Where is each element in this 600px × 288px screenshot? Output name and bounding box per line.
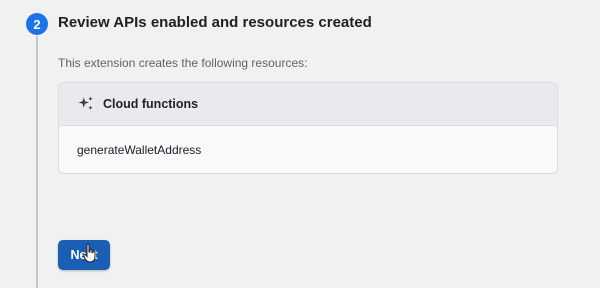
function-name: generateWalletAddress: [77, 143, 202, 157]
step-title: Review APIs enabled and resources create…: [58, 14, 372, 31]
cloud-functions-header: Cloud functions: [59, 83, 557, 126]
sparkle-icon: [77, 95, 95, 113]
hand-cursor-icon: [83, 243, 96, 263]
cloud-functions-label: Cloud functions: [103, 97, 199, 111]
step-description: This extension creates the following res…: [58, 56, 308, 70]
list-item: generateWalletAddress: [59, 126, 557, 173]
step-number-badge: 2: [26, 13, 48, 35]
stepper-line: [36, 36, 38, 288]
resources-card: Cloud functions generateWalletAddress: [58, 82, 558, 174]
